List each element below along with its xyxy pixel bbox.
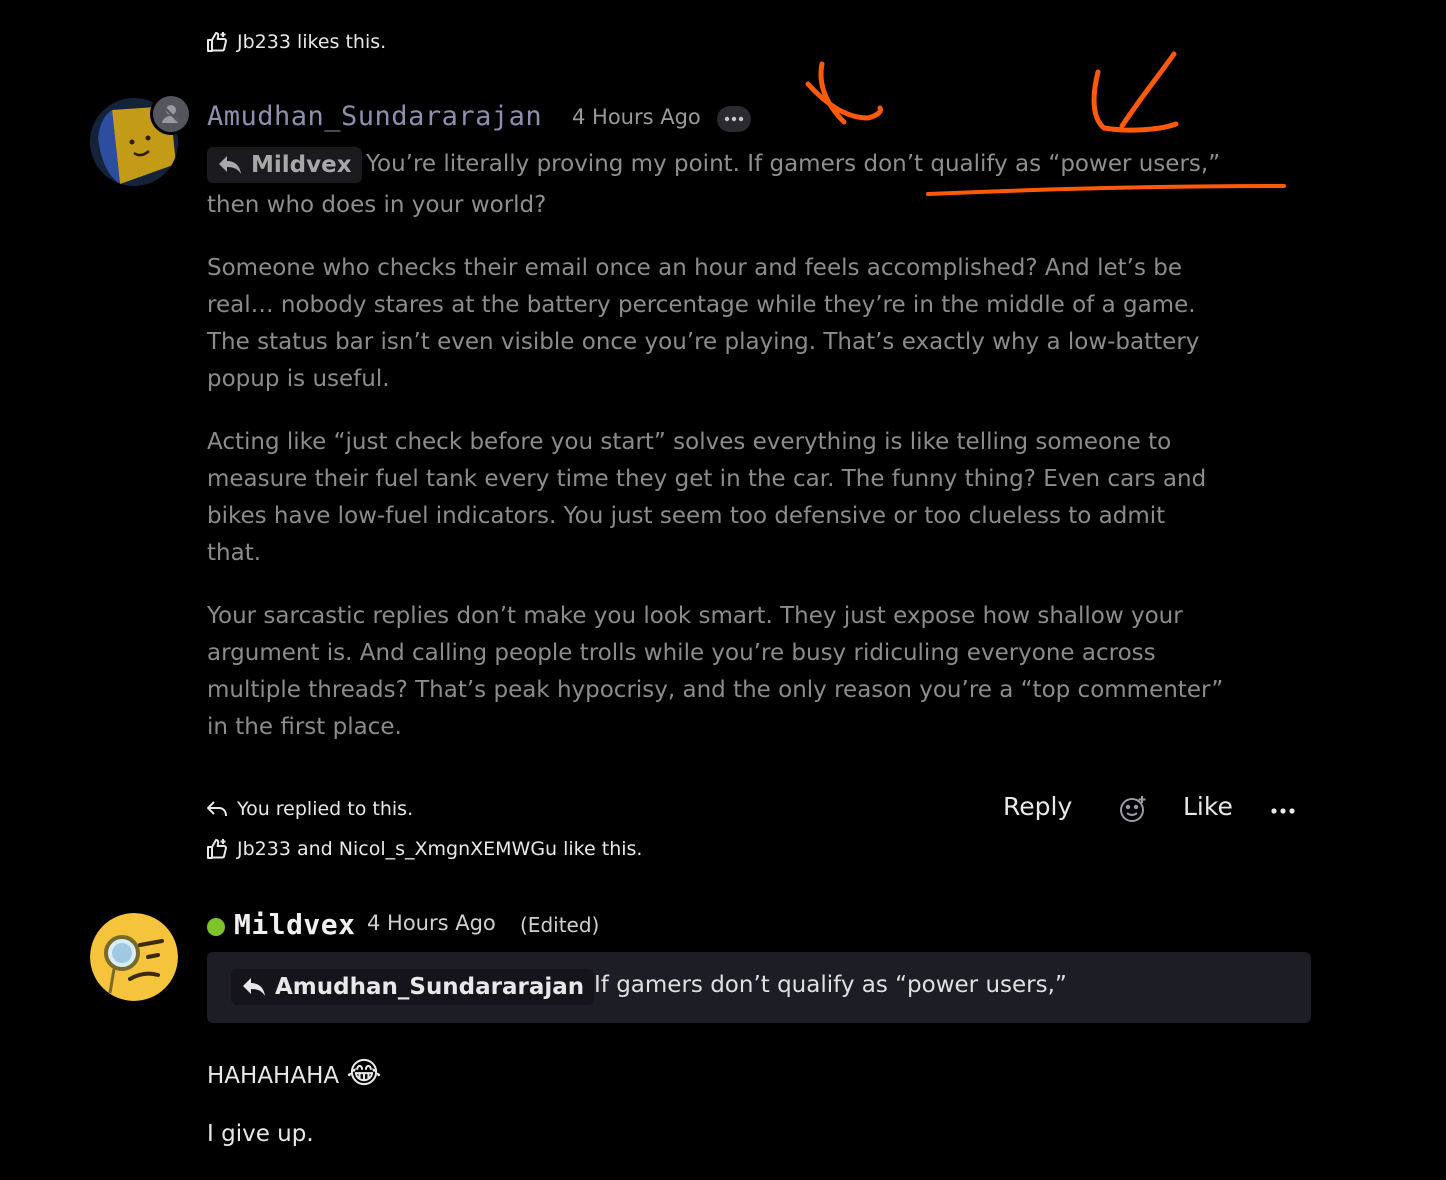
comment-author[interactable]: Mildvex xyxy=(234,908,356,941)
comment-text-line: HAHAHAHA 😂 xyxy=(207,1056,382,1091)
quoted-user-chip[interactable]: Amudhan_Sundararajan xyxy=(231,969,595,1005)
like-button[interactable]: Like xyxy=(1183,792,1233,821)
annotation-overlay xyxy=(805,51,1286,196)
edited-label[interactable]: (Edited) xyxy=(520,913,599,937)
reply-arrow-icon xyxy=(207,801,227,817)
more-actions-button[interactable] xyxy=(1270,802,1296,814)
smiley-plus-icon xyxy=(1120,796,1146,822)
comment-paragraph: Someone who checks their email once an h… xyxy=(207,255,1200,392)
likes-summary: Jb233 and Nicol_s_XmgnXEMWGu like this. xyxy=(205,837,642,861)
comment-text-line: I give up. xyxy=(207,1121,314,1147)
online-status-dot xyxy=(207,918,225,936)
thumbs-up-icon xyxy=(207,839,227,859)
reply-arrow-icon xyxy=(243,978,265,996)
comment-time[interactable]: 4 Hours Ago xyxy=(367,911,496,935)
avatar[interactable] xyxy=(90,913,178,1001)
comment-paragraph: Acting like “just check before you start… xyxy=(207,429,1207,566)
ellipsis-icon xyxy=(1271,808,1295,814)
replied-indicator: You replied to this. xyxy=(205,797,413,821)
laughing-emoji-icon: 😂 xyxy=(346,1056,382,1091)
comment-paragraph: Your sarcastic replies don’t make you lo… xyxy=(207,603,1224,740)
add-reaction-button[interactable] xyxy=(1118,794,1148,824)
reply-button[interactable]: Reply xyxy=(1003,792,1072,821)
quoted-text: If gamers don’t qualify as “power users,… xyxy=(594,972,1067,998)
